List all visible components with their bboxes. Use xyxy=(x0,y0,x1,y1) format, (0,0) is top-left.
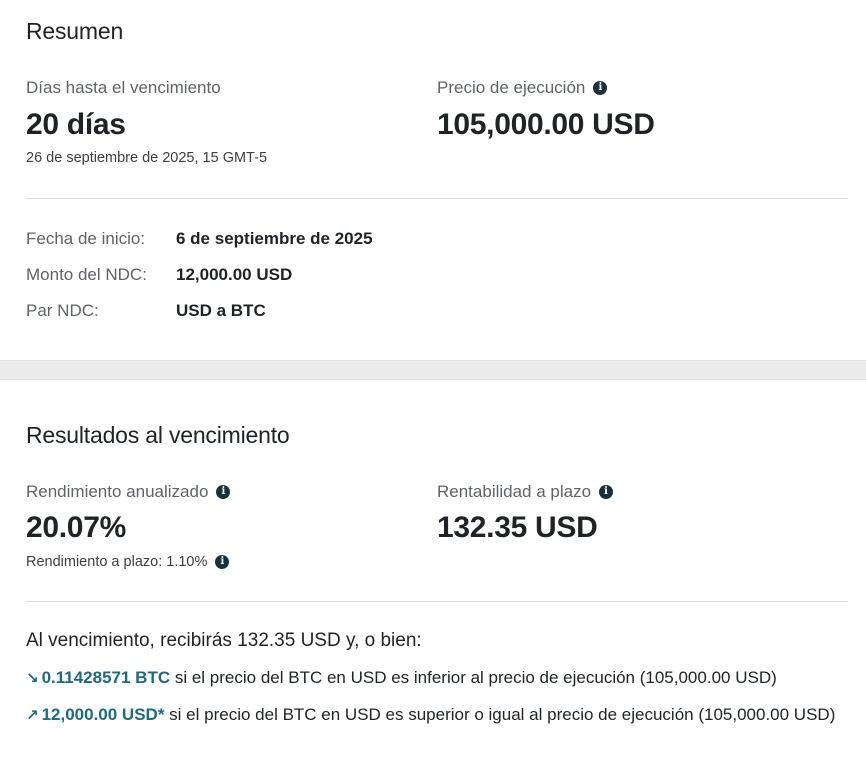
term-profit-label-text: Rentabilidad a plazo xyxy=(437,482,592,501)
detail-row-amount: Monto del NDC: 12,000.00 USD xyxy=(26,265,292,285)
detail-row-pair: Par NDC: USD a BTC xyxy=(26,301,266,321)
annual-yield-label-text: Rendimiento anualizado xyxy=(26,482,209,501)
detail-key: Monto del NDC: xyxy=(26,265,147,284)
strike-price-label-text: Precio de ejecución xyxy=(437,78,586,97)
detail-value: 6 de septiembre de 2025 xyxy=(176,229,373,248)
outcome-above-strike: ↗ 12,000.00 USD* si el precio del BTC en … xyxy=(26,702,846,728)
outcome-text: si el precio del BTC en USD es inferior … xyxy=(170,668,777,687)
term-profit-label: Rentabilidad a plazo i xyxy=(437,482,614,502)
detail-value: USD a BTC xyxy=(176,301,266,320)
expiry-date: 26 de septiembre de 2025, 15 GMT-5 xyxy=(26,150,268,166)
info-icon[interactable]: i xyxy=(215,555,230,569)
summary-section: Resumen Días hasta el vencimiento 20 día… xyxy=(0,0,866,360)
info-icon[interactable]: i xyxy=(599,485,614,499)
term-yield: Rendimiento a plazo: 1.10% i xyxy=(26,554,230,570)
days-to-expiry-label: Días hasta el vencimiento xyxy=(26,78,221,98)
detail-value: 12,000.00 USD xyxy=(176,265,293,284)
divider xyxy=(26,198,848,199)
info-icon[interactable]: i xyxy=(216,485,231,499)
outcome-text: si el precio del BTC en USD es superior … xyxy=(164,705,836,724)
results-section: Resultados al vencimiento Rendimiento an… xyxy=(0,380,866,768)
outcome-title: Al vencimiento, recibirás 132.35 USD y, … xyxy=(26,630,422,651)
arrow-up-right-icon: ↗ xyxy=(26,706,39,724)
outcome-amount: 0.11428571 BTC xyxy=(41,668,171,687)
days-to-expiry-label-text: Días hasta el vencimiento xyxy=(26,78,221,97)
section-separator xyxy=(0,360,866,380)
outcome-below-strike: ↘ 0.11428571 BTC si el precio del BTC en … xyxy=(26,665,846,691)
results-title: Resultados al vencimiento xyxy=(26,422,290,448)
annual-yield-value: 20.07% xyxy=(26,511,126,544)
detail-key: Fecha de inicio: xyxy=(26,229,146,248)
strike-price-value: 105,000.00 USD xyxy=(437,108,655,141)
annual-yield-label: Rendimiento anualizado i xyxy=(26,482,231,502)
term-profit-value: 132.35 USD xyxy=(437,511,598,544)
term-yield-text: Rendimiento a plazo: 1.10% xyxy=(26,554,208,570)
strike-price-label: Precio de ejecución i xyxy=(437,78,608,98)
days-to-expiry-value: 20 días xyxy=(26,108,126,141)
divider xyxy=(26,601,848,602)
summary-title: Resumen xyxy=(26,18,124,44)
outcome-amount: 12,000.00 USD* xyxy=(41,705,165,724)
arrow-down-right-icon: ↘ xyxy=(26,669,39,687)
detail-key: Par NDC: xyxy=(26,301,99,320)
detail-row-start-date: Fecha de inicio: 6 de septiembre de 2025 xyxy=(26,229,373,249)
info-icon[interactable]: i xyxy=(593,81,608,95)
